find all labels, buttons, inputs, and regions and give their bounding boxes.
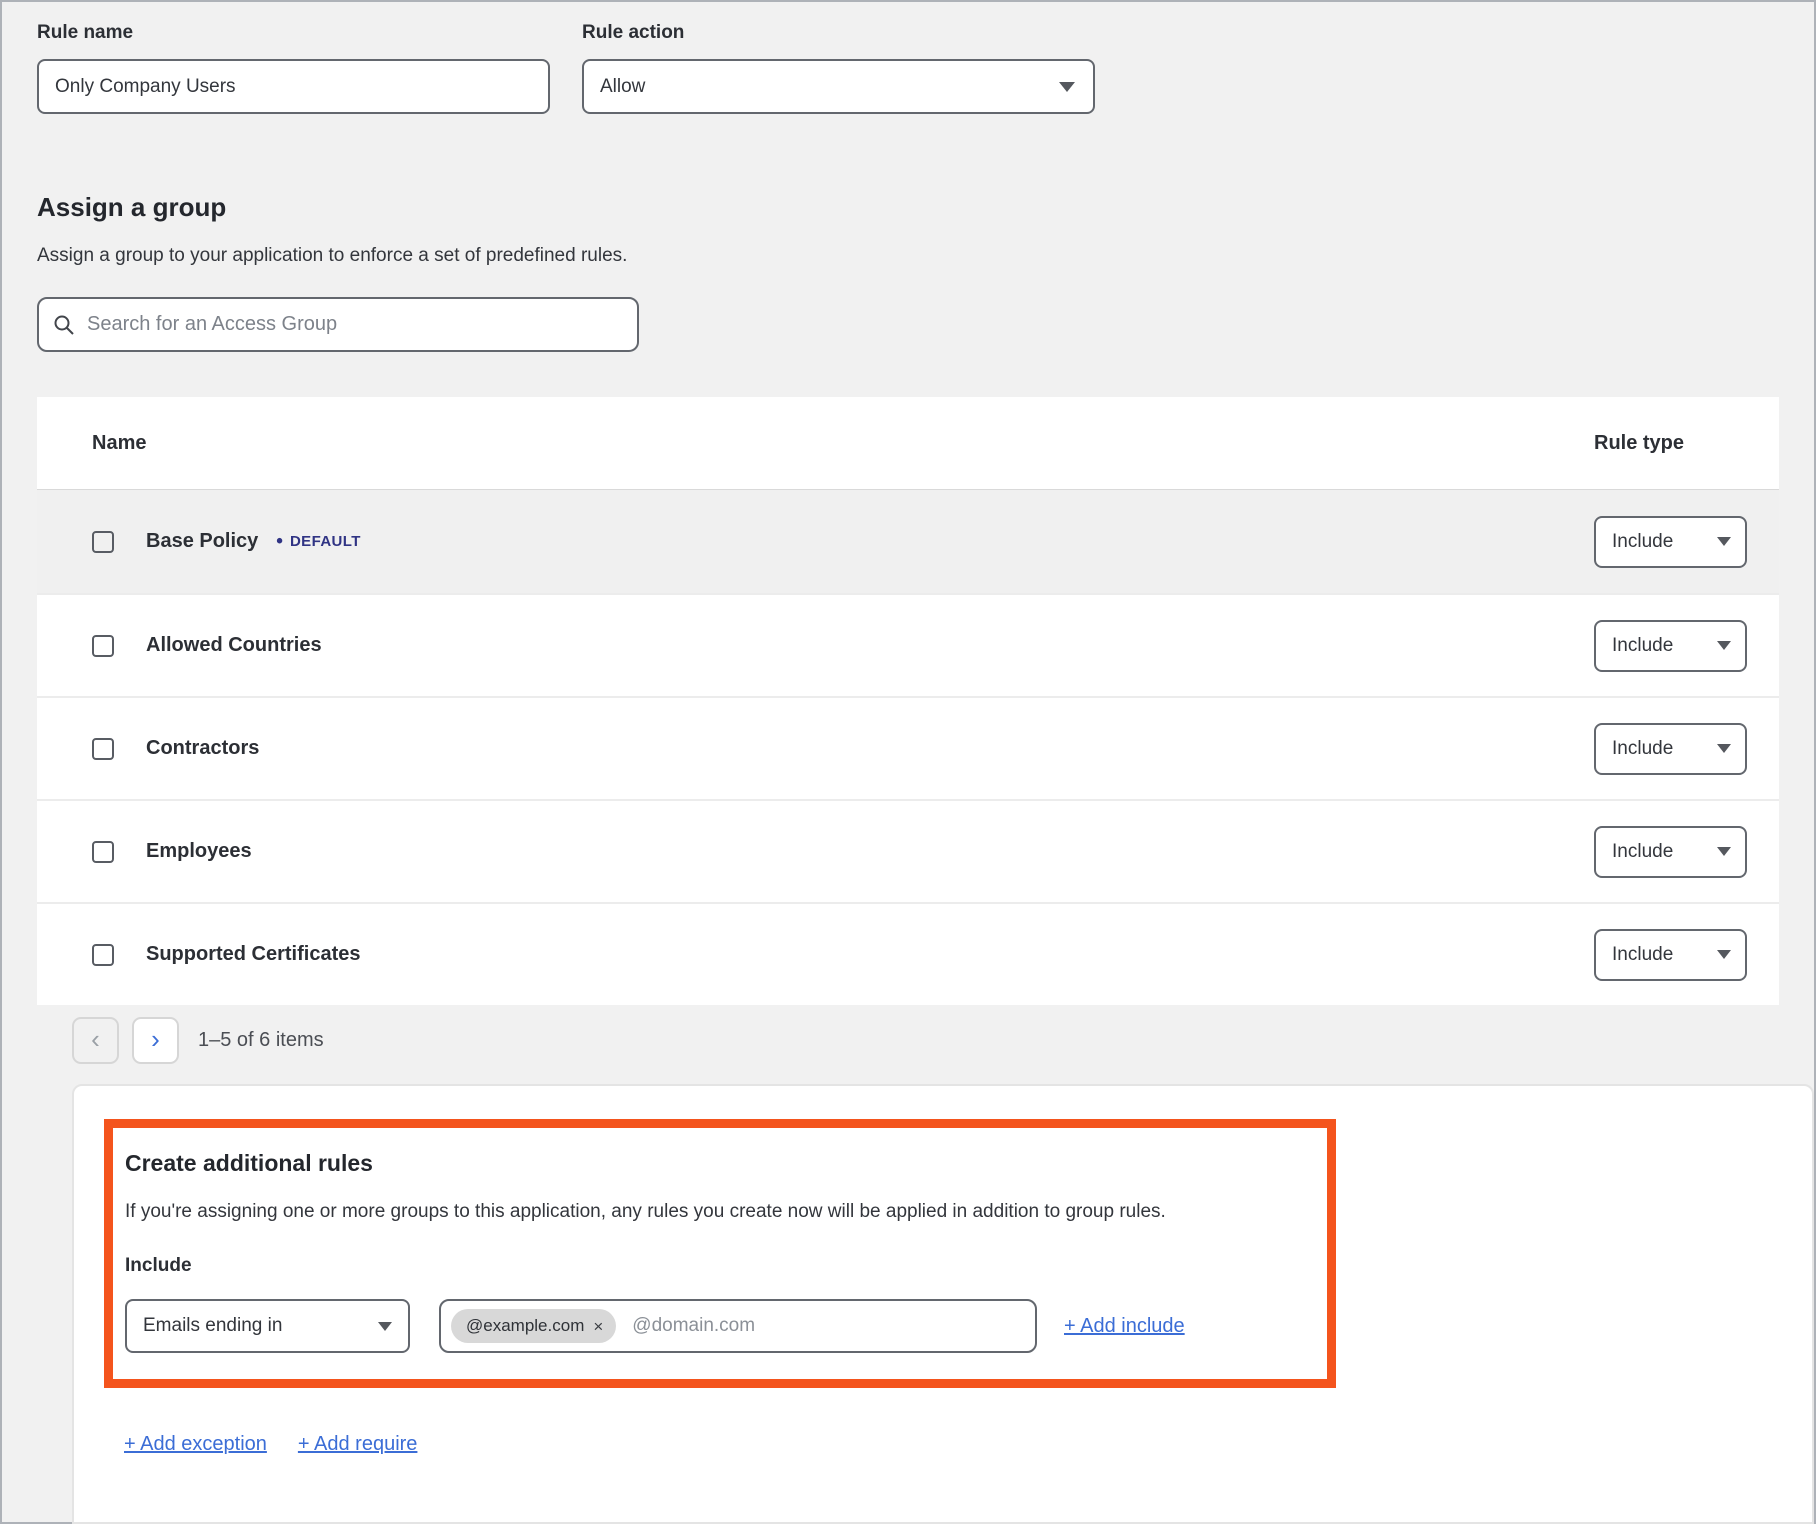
rule-selector-dropdown[interactable]: Emails ending in	[125, 1299, 410, 1353]
table-header: Name Rule type	[37, 397, 1779, 490]
table-row-allowed-countries: Allowed Countries Include	[37, 593, 1779, 696]
rule-action-label: Rule action	[582, 22, 1095, 44]
rule-type-dropdown[interactable]: Include	[1594, 929, 1747, 981]
chevron-down-icon	[1059, 82, 1075, 92]
rule-action-value: Allow	[600, 76, 645, 98]
column-header-rule-type: Rule type	[1594, 432, 1779, 455]
rule-type-cell: Include	[1594, 929, 1779, 981]
rule-name-label: Rule name	[37, 22, 550, 44]
default-badge: • DEFAULT	[276, 532, 361, 551]
rule-type-value: Include	[1612, 635, 1673, 657]
table-row-base-policy: Base Policy • DEFAULT Include	[37, 490, 1779, 593]
row-checkbox[interactable]	[92, 841, 114, 863]
rule-action-select[interactable]: Allow	[582, 59, 1095, 114]
add-include-link[interactable]: + Add include	[1064, 1315, 1185, 1338]
rule-type-dropdown[interactable]: Include	[1594, 723, 1747, 775]
rule-type-dropdown[interactable]: Include	[1594, 516, 1747, 568]
access-rule-page: { "form": { "rule_name": { "label": "Rul…	[0, 0, 1816, 1524]
group-name: Employees	[146, 840, 252, 863]
table-row-contractors: Contractors Include	[37, 696, 1779, 799]
default-badge-text: DEFAULT	[290, 533, 361, 550]
chevron-down-icon	[1717, 744, 1731, 753]
search-icon	[53, 314, 75, 336]
chevron-down-icon	[1717, 537, 1731, 546]
page-content: Rule name Rule action Allow Assign a gro…	[2, 2, 1814, 1524]
assign-group-heading: Assign a group	[37, 192, 1814, 223]
row-checkbox[interactable]	[92, 738, 114, 760]
rule-type-value: Include	[1612, 841, 1673, 863]
chevron-down-icon	[378, 1322, 392, 1331]
chevron-left-icon: ‹	[91, 1026, 100, 1052]
access-group-search[interactable]	[37, 297, 639, 352]
chevron-down-icon	[1717, 950, 1731, 959]
close-icon[interactable]: ×	[593, 1318, 603, 1335]
rule-type-value: Include	[1612, 531, 1673, 553]
rule-type-cell: Include	[1594, 620, 1779, 672]
additional-rules-panel: Create additional rules If you're assign…	[72, 1084, 1814, 1524]
include-rule-row: Emails ending in @example.com × + Add in…	[125, 1299, 1315, 1353]
create-additional-rules-heading: Create additional rules	[125, 1150, 1315, 1177]
row-checkbox[interactable]	[92, 944, 114, 966]
bullet-icon: •	[276, 532, 283, 551]
create-additional-rules-description: If you're assigning one or more groups t…	[125, 1201, 1315, 1223]
chevron-right-icon: ›	[151, 1026, 160, 1052]
group-name: Allowed Countries	[146, 634, 322, 657]
rule-name-input[interactable]	[37, 59, 550, 114]
create-additional-rules-highlight: Create additional rules If you're assign…	[104, 1119, 1336, 1388]
rule-type-cell: Include	[1594, 723, 1779, 775]
rule-type-dropdown[interactable]: Include	[1594, 620, 1747, 672]
chevron-down-icon	[1717, 847, 1731, 856]
row-checkbox[interactable]	[92, 635, 114, 657]
rule-action-links: + Add exception + Add require	[124, 1433, 1812, 1456]
rule-form-row: Rule name Rule action Allow	[37, 22, 1814, 114]
search-input[interactable]	[87, 313, 623, 336]
group-name: Contractors	[146, 737, 259, 760]
group-name: Base Policy	[146, 530, 258, 553]
email-chip: @example.com ×	[451, 1309, 616, 1343]
add-exception-link[interactable]: + Add exception	[124, 1433, 267, 1456]
rule-selector-value: Emails ending in	[143, 1315, 282, 1337]
row-checkbox[interactable]	[92, 531, 114, 553]
column-header-name: Name	[37, 432, 1594, 455]
email-domain-input[interactable]: @example.com ×	[439, 1299, 1037, 1353]
email-chip-text: @example.com	[466, 1316, 584, 1336]
rule-type-value: Include	[1612, 944, 1673, 966]
previous-page-button[interactable]: ‹	[72, 1017, 119, 1064]
add-require-link[interactable]: + Add require	[298, 1433, 418, 1456]
rule-action-field-group: Rule action Allow	[582, 22, 1095, 114]
email-domain-text-input[interactable]	[632, 1315, 1025, 1337]
rule-type-value: Include	[1612, 738, 1673, 760]
access-groups-table: Name Rule type Base Policy • DEFAULT Inc…	[37, 397, 1779, 1005]
rule-name-field-group: Rule name	[37, 22, 550, 114]
rule-type-cell: Include	[1594, 826, 1779, 878]
pagination: ‹ › 1–5 of 6 items	[72, 1017, 1814, 1064]
rule-type-dropdown[interactable]: Include	[1594, 826, 1747, 878]
next-page-button[interactable]: ›	[132, 1017, 179, 1064]
assign-group-description: Assign a group to your application to en…	[37, 245, 1814, 267]
chevron-down-icon	[1717, 641, 1731, 650]
include-section-label: Include	[125, 1255, 1315, 1277]
group-name: Supported Certificates	[146, 943, 360, 966]
table-row-supported-certificates: Supported Certificates Include	[37, 902, 1779, 1005]
table-row-employees: Employees Include	[37, 799, 1779, 902]
pagination-label: 1–5 of 6 items	[198, 1029, 324, 1052]
rule-type-cell: Include	[1594, 516, 1779, 568]
